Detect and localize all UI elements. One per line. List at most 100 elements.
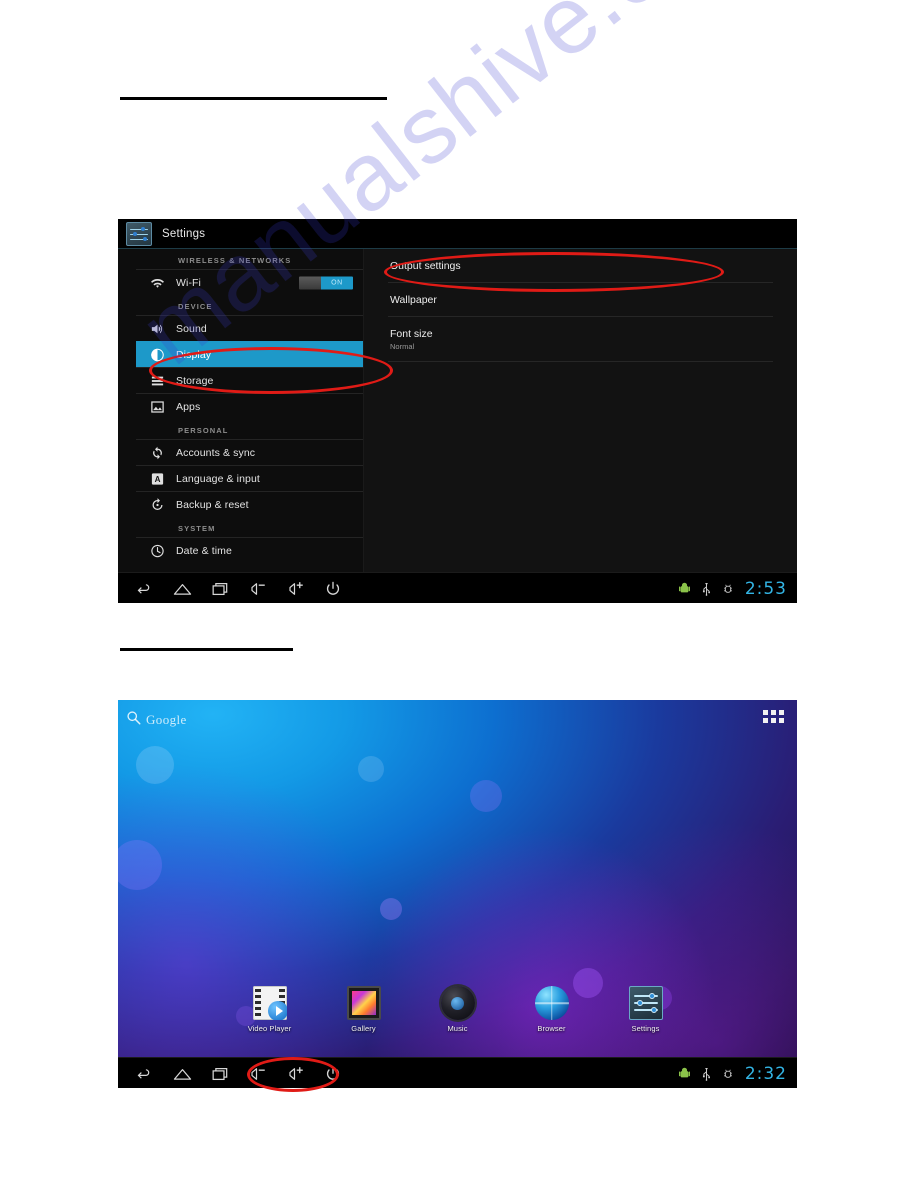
language-icon: A <box>150 471 165 486</box>
sidebar-item-apps[interactable]: Apps <box>136 393 363 419</box>
app-label: Gallery <box>351 1024 376 1033</box>
sidebar-item-storage[interactable]: Storage <box>136 367 363 393</box>
google-search-label: Google <box>146 712 187 727</box>
bokeh-dot <box>118 840 162 890</box>
sidebar-item-label: Storage <box>176 374 214 387</box>
sidebar-item-sound[interactable]: Sound <box>136 315 363 341</box>
content-item-wallpaper[interactable]: Wallpaper <box>388 283 773 317</box>
content-item-output-settings[interactable]: Output settings <box>388 249 773 283</box>
svg-text:A: A <box>155 475 161 484</box>
toggle-on-label: ON <box>321 276 353 289</box>
heading-rule-top <box>120 97 387 100</box>
home-wallpaper: Google Video Player Gallery Music Browse… <box>118 700 797 1057</box>
gallery-icon <box>346 986 381 1020</box>
sidebar-group-header-wireless: WIRELESS & NETWORKS <box>178 256 292 265</box>
home-screenshot-frame: Google Video Player Gallery Music Browse… <box>118 700 797 1088</box>
settings-navigation-bar: 2:53 <box>118 572 797 603</box>
status-area: 2:53 <box>678 578 787 599</box>
storage-icon <box>150 373 165 388</box>
content-item-title: Wallpaper <box>390 294 437 306</box>
settings-title: Settings <box>162 227 206 240</box>
settings-content-pane: Output settings Wallpaper Font size Norm… <box>364 249 797 572</box>
status-area: 2:32 <box>678 1063 787 1084</box>
recents-icon[interactable] <box>212 582 229 596</box>
sidebar-item-date-time[interactable]: Date & time <box>136 537 363 563</box>
nav-button-group <box>118 581 341 597</box>
home-icon[interactable] <box>173 1067 192 1081</box>
wifi-toggle[interactable]: ON <box>299 276 353 289</box>
sidebar-item-backup-reset[interactable]: Backup & reset <box>136 491 363 517</box>
content-item-font-size[interactable]: Font size Normal <box>388 317 773 362</box>
sidebar-group-header-system: SYSTEM <box>178 524 216 533</box>
volume-down-icon[interactable] <box>249 1066 267 1082</box>
sidebar-item-display[interactable]: Display <box>136 341 363 367</box>
display-icon <box>150 347 165 362</box>
sidebar-item-label: Backup & reset <box>176 498 249 511</box>
bokeh-dot <box>136 746 174 784</box>
sidebar-item-label: Display <box>176 348 212 361</box>
clock-icon <box>150 543 165 558</box>
android-robot-icon <box>678 582 690 595</box>
power-icon[interactable] <box>325 1066 341 1082</box>
app-shortcut-settings[interactable]: Settings <box>617 986 675 1033</box>
settings-body: WIRELESS & NETWORKS Wi-Fi ON DEVICE Soun… <box>118 249 797 572</box>
content-item-title: Output settings <box>390 260 461 272</box>
sidebar-item-label: Date & time <box>176 544 232 557</box>
sidebar-group-header-personal: PERSONAL <box>178 426 229 435</box>
settings-screenshot-frame: Settings WIRELESS & NETWORKS Wi-Fi ON DE… <box>118 219 797 603</box>
app-drawer-grid-icon[interactable] <box>763 710 785 723</box>
recents-icon[interactable] <box>212 1067 229 1081</box>
settings-sliders-icon <box>126 221 152 246</box>
search-icon <box>126 710 141 730</box>
app-shortcut-gallery[interactable]: Gallery <box>335 986 393 1033</box>
bokeh-dot <box>380 898 402 920</box>
sound-icon <box>150 321 165 336</box>
app-shortcut-browser[interactable]: Browser <box>523 986 581 1033</box>
backup-icon <box>150 497 165 512</box>
app-label: Video Player <box>247 1024 292 1033</box>
app-shortcut-music[interactable]: Music <box>429 986 487 1033</box>
video-player-icon <box>252 986 287 1020</box>
apps-icon <box>150 399 165 414</box>
bokeh-dot <box>358 756 384 782</box>
content-item-subtitle: Normal <box>390 342 415 351</box>
volume-up-icon[interactable] <box>287 581 305 597</box>
home-icon[interactable] <box>173 582 192 596</box>
app-label: Settings <box>631 1024 660 1033</box>
content-item-title: Font size <box>390 328 433 340</box>
app-label: Browser <box>537 1024 566 1033</box>
status-clock: 2:53 <box>744 578 787 599</box>
google-search-widget[interactable]: Google <box>126 710 187 730</box>
app-label: Music <box>447 1024 468 1033</box>
usb-icon <box>702 582 711 596</box>
settings-sidebar: WIRELESS & NETWORKS Wi-Fi ON DEVICE Soun… <box>118 249 364 572</box>
sidebar-item-label: Wi-Fi <box>176 276 201 289</box>
sidebar-item-label: Language & input <box>176 472 260 485</box>
back-icon[interactable] <box>136 582 153 596</box>
app-shortcut-video-player[interactable]: Video Player <box>241 986 299 1033</box>
home-navigation-bar: 2:32 <box>118 1057 797 1088</box>
adb-debug-icon <box>723 582 733 595</box>
sidebar-group-header-device: DEVICE <box>178 302 213 311</box>
sync-icon <box>150 445 165 460</box>
sidebar-item-wifi[interactable]: Wi-Fi ON <box>136 269 363 295</box>
sidebar-item-accounts-sync[interactable]: Accounts & sync <box>136 439 363 465</box>
music-icon <box>440 986 475 1020</box>
usb-icon <box>702 1067 711 1081</box>
nav-button-group <box>118 1066 341 1082</box>
wifi-icon <box>150 275 165 290</box>
sidebar-item-label: Apps <box>176 400 201 413</box>
sidebar-item-label: Accounts & sync <box>176 446 256 459</box>
heading-rule-middle <box>120 648 293 651</box>
volume-down-icon[interactable] <box>249 581 267 597</box>
sidebar-item-label: Sound <box>176 322 207 335</box>
back-icon[interactable] <box>136 1067 153 1081</box>
power-icon[interactable] <box>325 581 341 597</box>
settings-title-bar: Settings <box>118 219 797 249</box>
browser-icon <box>534 986 569 1020</box>
volume-up-icon[interactable] <box>287 1066 305 1082</box>
sidebar-item-language-input[interactable]: A Language & input <box>136 465 363 491</box>
android-robot-icon <box>678 1067 690 1080</box>
bokeh-dot <box>470 780 502 812</box>
status-clock: 2:32 <box>744 1063 787 1084</box>
